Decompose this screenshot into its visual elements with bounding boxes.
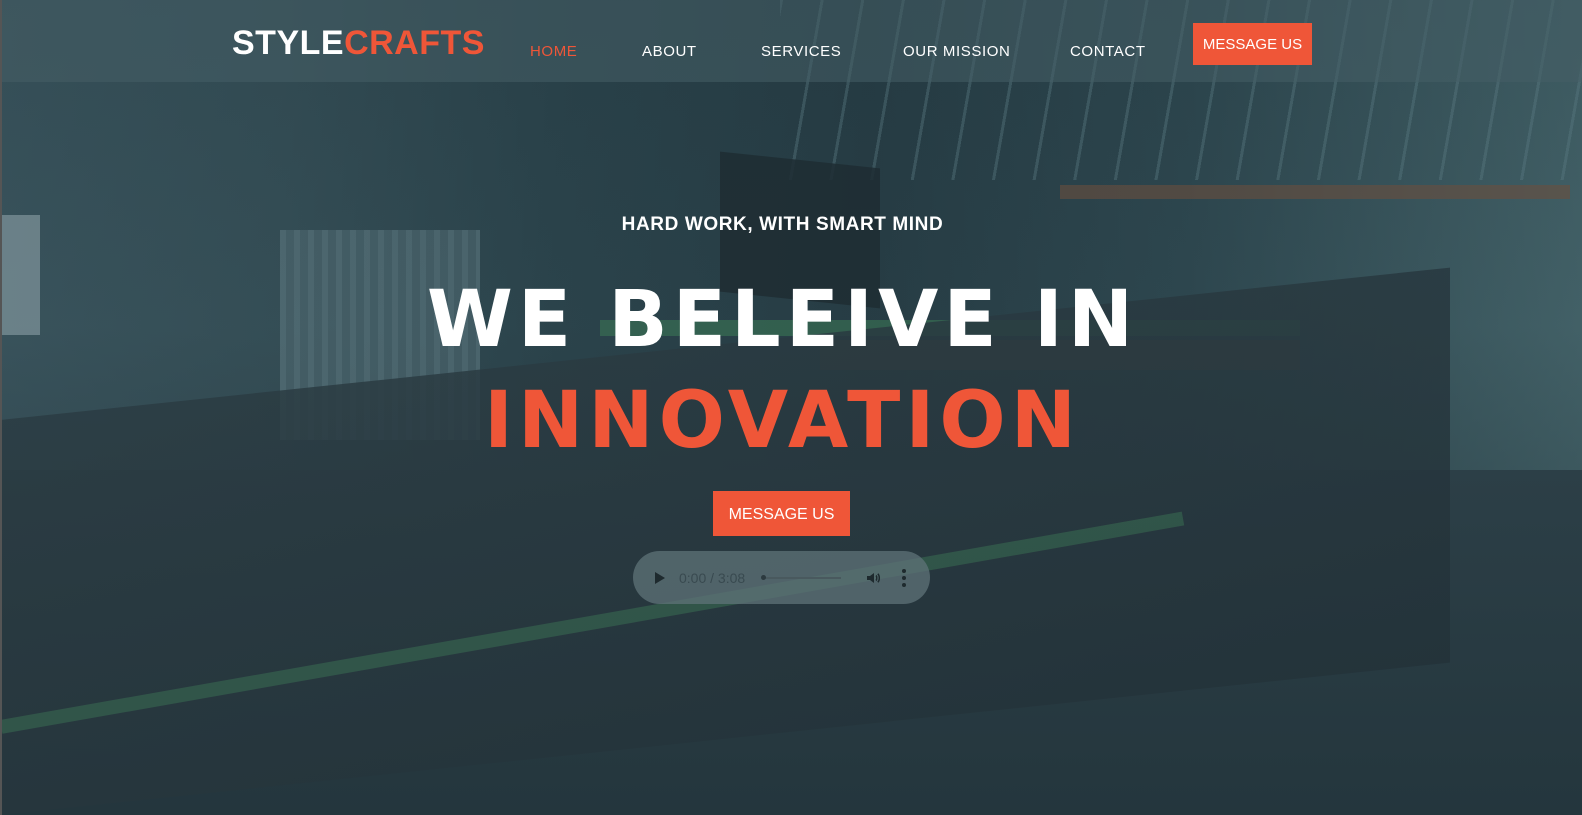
audio-player: 0:00 / 3:08 <box>633 551 930 604</box>
nav-contact[interactable]: CONTACT <box>1070 43 1146 61</box>
nav-services[interactable]: SERVICES <box>761 43 841 61</box>
top-navbar: STYLECRAFTS HOME ABOUT SERVICES OUR MISS… <box>0 0 1582 82</box>
audio-time: 0:00 / 3:08 <box>679 570 746 586</box>
nav-our-mission[interactable]: OUR MISSION <box>903 43 1010 61</box>
audio-progress-handle[interactable] <box>761 575 766 580</box>
more-options-icon[interactable] <box>902 569 906 587</box>
hero-headline-line2: INNOVATION <box>484 376 1081 466</box>
window-edge <box>0 0 2 815</box>
volume-icon[interactable] <box>865 570 881 586</box>
nav-home[interactable]: HOME <box>530 43 577 61</box>
logo-text-style: STYLE <box>232 24 345 62</box>
hero-tagline: HARD WORK, WITH SMART MIND <box>621 214 944 235</box>
hero-message-us-button[interactable]: MESSAGE US <box>713 491 850 536</box>
play-icon[interactable] <box>655 572 665 584</box>
audio-progress-track[interactable] <box>763 577 841 579</box>
nav-message-us-button[interactable]: MESSAGE US <box>1193 23 1312 65</box>
nav-about[interactable]: ABOUT <box>642 43 697 61</box>
background-beam <box>1060 185 1570 199</box>
logo-text-crafts: CRAFTS <box>344 24 485 62</box>
hero-headline-line1: WE BELEIVE IN <box>426 275 1139 365</box>
brand-logo[interactable]: STYLECRAFTS <box>232 24 485 62</box>
